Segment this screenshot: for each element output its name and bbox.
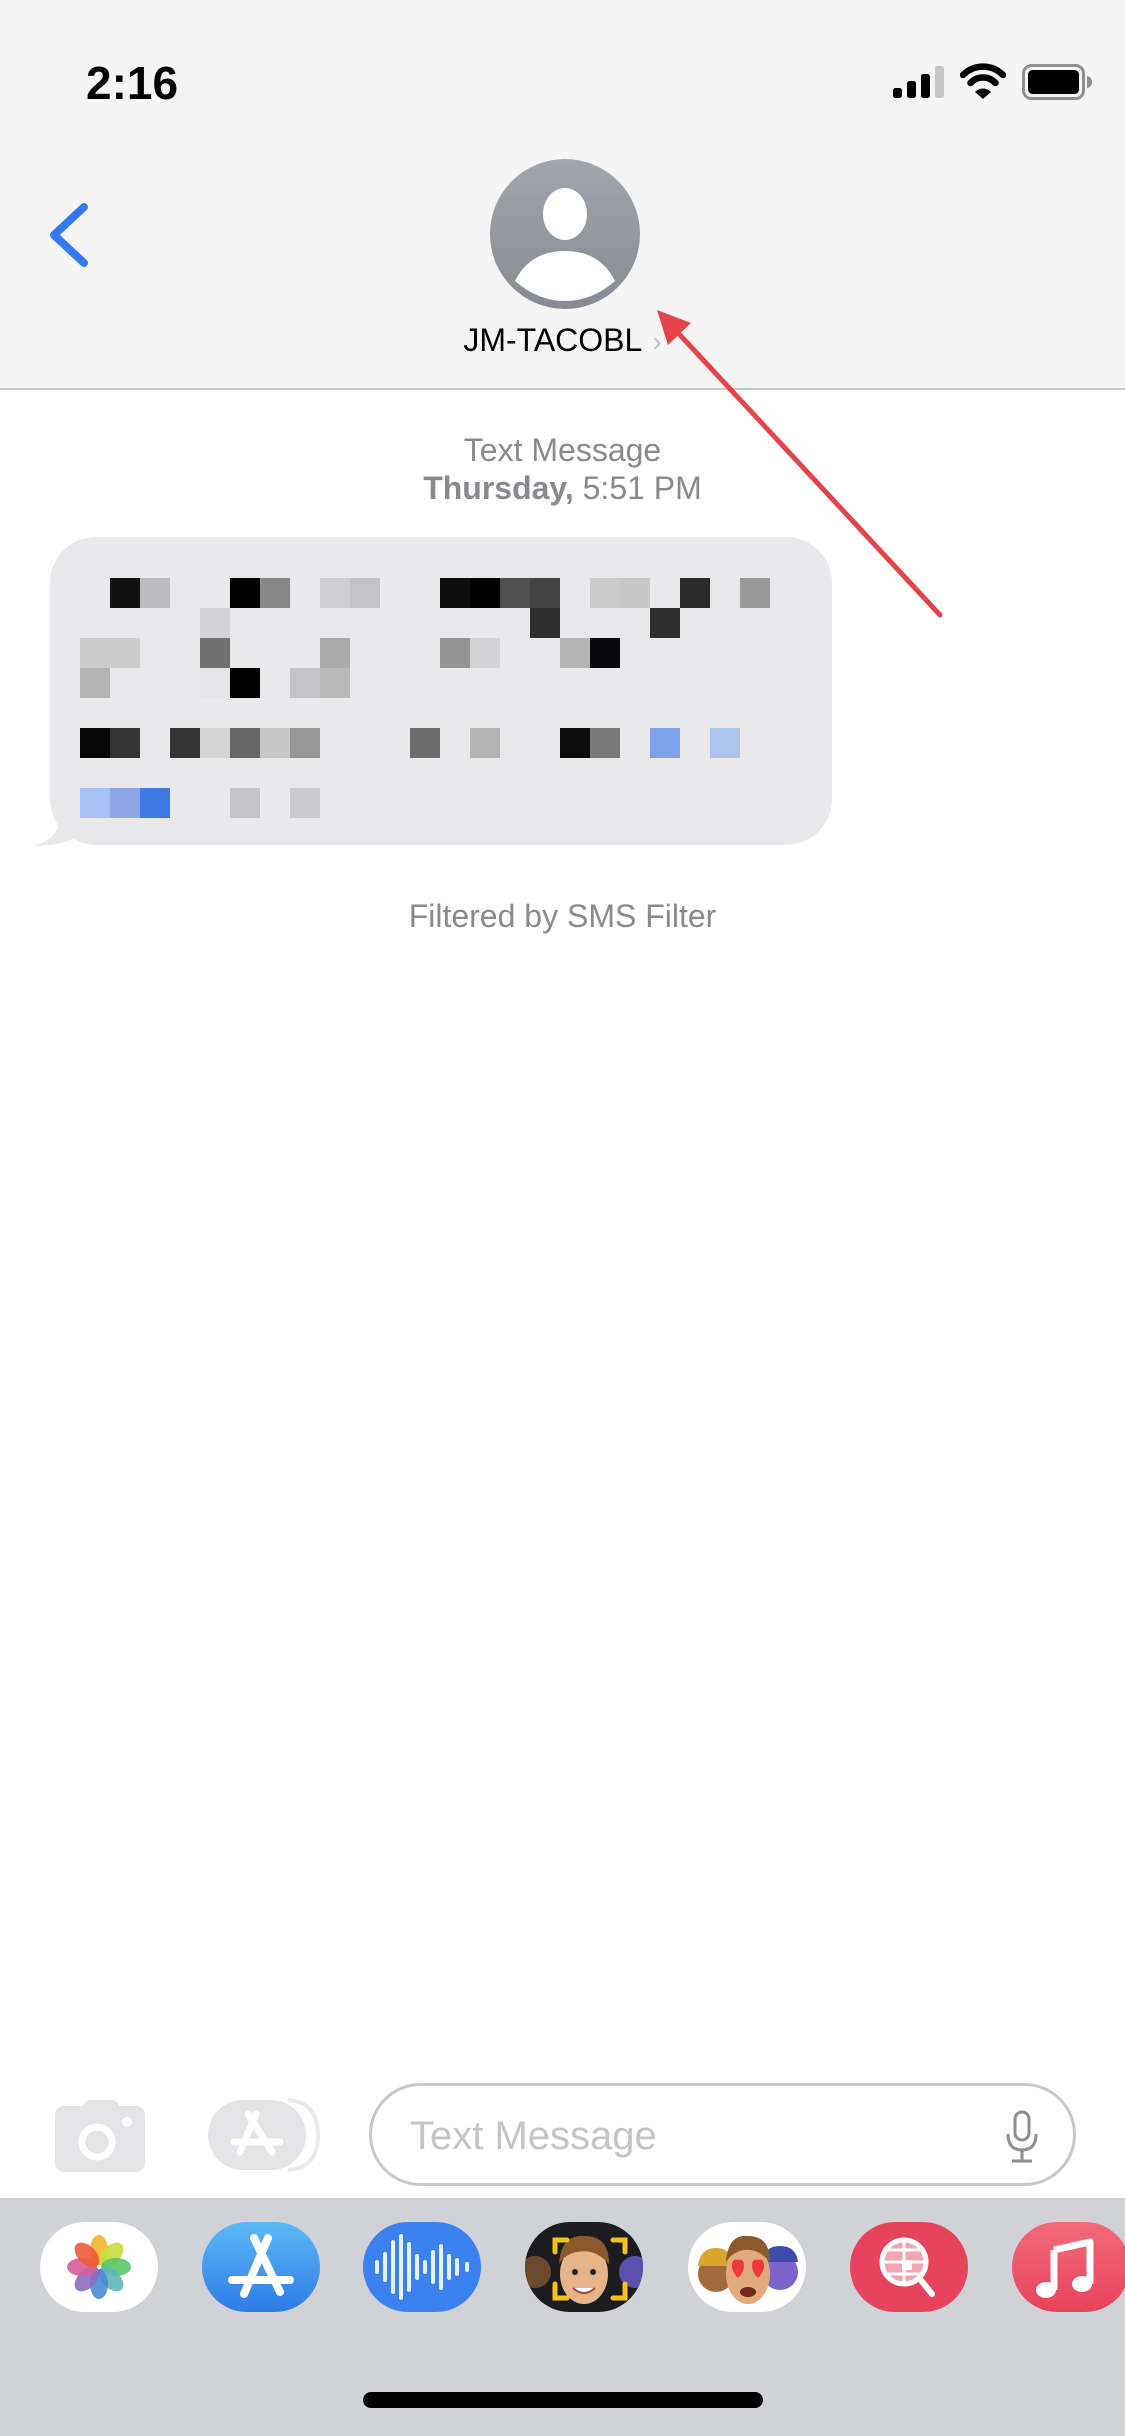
pixel-block [230, 668, 260, 698]
camera-button[interactable] [55, 2098, 145, 2172]
app-store-icon [228, 2234, 294, 2298]
wifi-icon [960, 63, 1006, 99]
pixel-block [320, 638, 350, 668]
pixel-block [590, 578, 620, 608]
pixel-block [650, 608, 680, 638]
app-memoji-stickers[interactable] [688, 2222, 806, 2312]
pixel-block [710, 728, 740, 758]
pixel-block [470, 728, 500, 758]
pixel-block [410, 728, 440, 758]
status-time: 2:16 [86, 57, 179, 109]
pixel-block [260, 578, 290, 608]
message-day: Thursday, [423, 470, 574, 506]
pixel-block [650, 728, 680, 758]
message-service-label: Text Message [463, 432, 662, 468]
filter-notice: Filtered by SMS Filter [408, 898, 717, 934]
pixel-block [500, 578, 530, 608]
camera-icon [55, 2100, 145, 2172]
pixel-block [470, 638, 500, 668]
pixel-block [320, 578, 350, 608]
message-time: 5:51 PM [582, 470, 702, 506]
memoji-icon [525, 2235, 643, 2304]
pixel-block [440, 578, 470, 608]
person-silhouette-icon [515, 188, 615, 301]
message-input-field[interactable] [369, 2083, 1076, 2186]
cellular-signal-icon [893, 66, 944, 98]
pixel-block [200, 608, 230, 638]
pixel-block [290, 668, 320, 698]
message-input[interactable] [410, 2108, 970, 2164]
app-memoji[interactable] [525, 2222, 643, 2312]
pixel-block [290, 728, 320, 758]
back-button[interactable] [40, 195, 100, 275]
pixel-block [110, 728, 140, 758]
pixel-block [560, 728, 590, 758]
pixel-block [200, 638, 230, 668]
pixel-block [80, 668, 110, 698]
app-app-store[interactable] [202, 2222, 320, 2312]
pixel-block [620, 578, 650, 608]
apps-button[interactable] [208, 2098, 320, 2172]
pixel-block [140, 788, 170, 818]
pixel-block [680, 578, 710, 608]
message-bubble[interactable] [50, 537, 832, 845]
pixel-block [590, 638, 620, 668]
pixel-block [140, 578, 170, 608]
contact-avatar[interactable] [490, 159, 640, 309]
pixel-block [80, 728, 110, 758]
pixel-block [470, 578, 500, 608]
pixel-block [260, 728, 290, 758]
pixel-block [230, 578, 260, 608]
memoji-stickers-icon [698, 2235, 798, 2304]
chevron-left-icon [50, 203, 88, 267]
music-note-icon [1036, 2238, 1094, 2298]
pixel-block [560, 638, 590, 668]
soundwave-icon [375, 2234, 469, 2300]
pixel-block [110, 788, 140, 818]
pixel-block [170, 728, 200, 758]
pixel-block [530, 608, 560, 638]
pixel-block [80, 788, 110, 818]
photos-icon [67, 2235, 131, 2299]
contact-info-button[interactable]: JM-TACOBL › [0, 322, 1125, 359]
app-music[interactable] [1012, 2222, 1125, 2312]
pixel-block [110, 638, 140, 668]
pixel-block [230, 728, 260, 758]
pixel-block [440, 638, 470, 668]
message-timestamp: Thursday, 5:51 PM [0, 470, 1125, 507]
pixel-block [530, 578, 560, 608]
app-images-search[interactable] [850, 2222, 968, 2312]
pixel-block [200, 728, 230, 758]
pixel-block [740, 578, 770, 608]
pixel-block [80, 638, 110, 668]
battery-icon [1022, 64, 1092, 100]
home-indicator[interactable] [363, 2392, 763, 2408]
pixel-block [290, 788, 320, 818]
chevron-right-icon: › [652, 326, 662, 357]
microphone-icon[interactable] [1004, 2110, 1040, 2164]
globe-search-icon [879, 2237, 935, 2297]
pixel-block [230, 788, 260, 818]
pixel-block [200, 668, 230, 698]
pixel-block [110, 578, 140, 608]
pixel-block [590, 728, 620, 758]
pixel-block [350, 578, 380, 608]
app-audio-message[interactable] [363, 2222, 481, 2312]
app-photos[interactable] [40, 2222, 158, 2312]
pixel-block [320, 668, 350, 698]
contact-name: JM-TACOBL [463, 322, 643, 358]
